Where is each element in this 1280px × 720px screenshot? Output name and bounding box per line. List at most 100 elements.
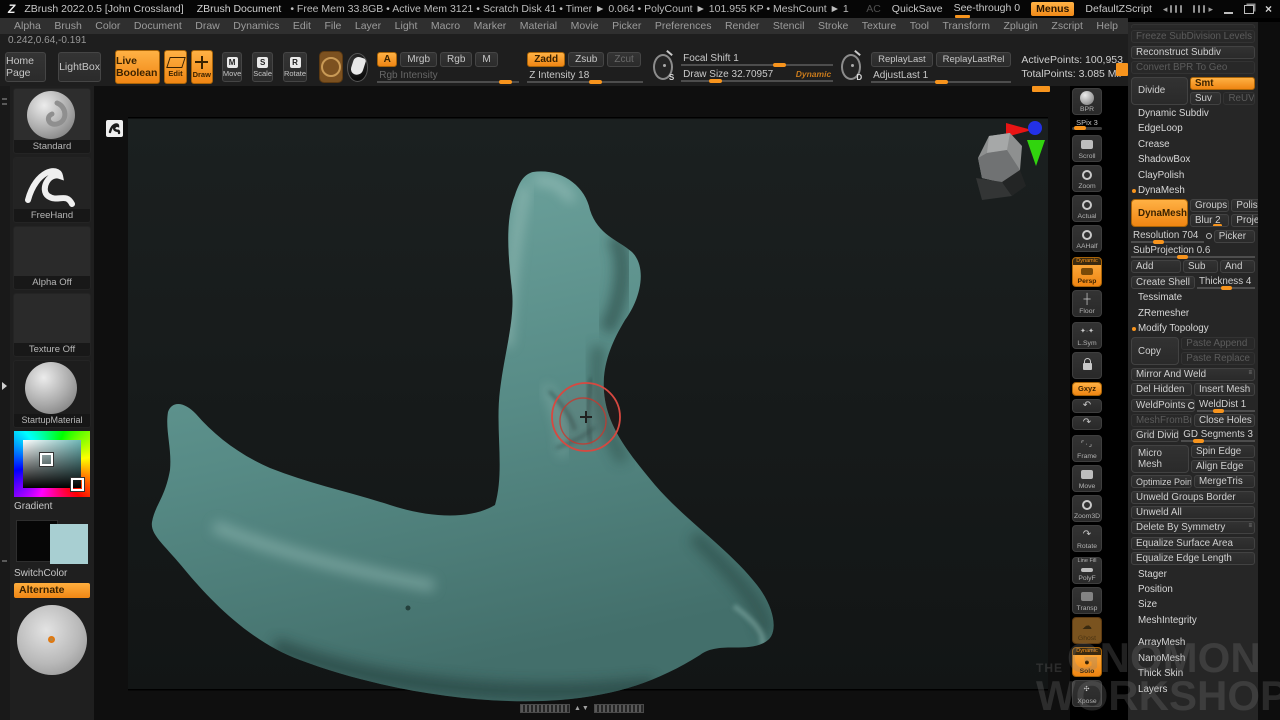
menu-picker[interactable]: Picker xyxy=(612,20,641,32)
menu-alpha[interactable]: Alpha xyxy=(14,20,41,32)
actual-button[interactable]: Actual xyxy=(1072,195,1102,222)
menu-light[interactable]: Light xyxy=(395,20,418,32)
divide-button[interactable]: Divide xyxy=(1131,77,1188,105)
scroll-button[interactable]: Scroll xyxy=(1072,135,1102,162)
draw-button[interactable]: Draw xyxy=(191,50,213,84)
move-button[interactable]: M Move xyxy=(222,52,242,82)
menu-macro[interactable]: Macro xyxy=(431,20,460,32)
reconstruct-subdiv-button[interactable]: Reconstruct Subdiv xyxy=(1131,46,1255,59)
quicksave-button[interactable]: QuickSave xyxy=(892,3,943,15)
section-shadowbox[interactable]: ShadowBox xyxy=(1131,153,1255,166)
section-zremesher[interactable]: ZRemesher xyxy=(1131,307,1255,320)
resolution-slider[interactable]: Resolution 704 xyxy=(1131,230,1204,243)
menu-movie[interactable]: Movie xyxy=(571,20,599,32)
secondary-color-swatch[interactable] xyxy=(50,524,88,564)
smt-toggle[interactable]: Smt xyxy=(1190,77,1255,90)
zadd-button[interactable]: Zadd xyxy=(527,52,565,67)
convert-bpr-button[interactable]: Convert BPR To Geo xyxy=(1131,61,1255,74)
groups-toggle[interactable]: Groups xyxy=(1190,199,1229,212)
panel-divider-handle[interactable] xyxy=(1116,63,1128,76)
menu-texture[interactable]: Texture xyxy=(862,20,896,32)
brush-thumbnail-standard[interactable]: Standard xyxy=(13,88,91,154)
move-canvas-button[interactable]: Move xyxy=(1072,465,1102,492)
spin-edge-button[interactable]: Spin Edge xyxy=(1191,445,1255,458)
section-dynamic-subdiv[interactable]: Dynamic Subdiv xyxy=(1131,107,1255,120)
and-toggle[interactable]: And xyxy=(1220,260,1255,273)
paste-replace-button[interactable]: Paste Replace xyxy=(1181,352,1255,365)
section-layers[interactable]: Layers xyxy=(1131,683,1255,696)
dynamesh-button[interactable]: DynaMesh xyxy=(1131,199,1188,227)
section-size[interactable]: Size xyxy=(1131,598,1255,611)
menu-draw[interactable]: Draw xyxy=(195,20,220,32)
menu-material[interactable]: Material xyxy=(520,20,557,32)
zoom3d-button[interactable]: Zoom3D xyxy=(1072,495,1102,522)
weld-toggle-icon[interactable] xyxy=(1188,402,1195,409)
section-edgeloop[interactable]: EdgeLoop xyxy=(1131,122,1255,135)
persp-toggle[interactable]: Dynamic Persp xyxy=(1072,257,1102,287)
draw-dynamic-dial-icon[interactable]: D xyxy=(841,54,861,80)
color-a-swatch[interactable]: A xyxy=(377,52,397,67)
draw-size-slider[interactable]: Draw Size 32.70957 Dynamic xyxy=(681,69,833,82)
see-through-slider[interactable]: See-through 0 xyxy=(954,2,1021,16)
section-thick-skin[interactable]: Thick Skin xyxy=(1131,667,1255,680)
spix-slider[interactable]: SPix 3 xyxy=(1072,118,1102,130)
rotate-canvas-button[interactable]: ↷ Rotate xyxy=(1072,525,1102,552)
add-toggle[interactable]: Add xyxy=(1131,260,1181,273)
home-page-button[interactable]: Home Page xyxy=(5,52,46,82)
grid-divide-button[interactable]: Grid Divide xyxy=(1131,429,1179,442)
menu-preferences[interactable]: Preferences xyxy=(655,20,712,32)
default-zscript-button[interactable]: DefaultZScript xyxy=(1085,3,1152,15)
section-mesh-integrity[interactable]: MeshIntegrity xyxy=(1131,614,1255,627)
z-intensity-slider[interactable]: Z Intensity 18 xyxy=(527,70,643,83)
aahalf-button[interactable]: AAHalf xyxy=(1072,225,1102,252)
subprojection-slider[interactable]: SubProjection 0.6 xyxy=(1131,245,1255,258)
section-position[interactable]: Position xyxy=(1131,583,1255,596)
left-tray-strip[interactable] xyxy=(0,86,10,720)
picker-button[interactable]: Picker xyxy=(1214,230,1255,243)
stroke-thumbnail-freehand[interactable]: FreeHand xyxy=(13,157,91,223)
menu-render[interactable]: Render xyxy=(725,20,759,32)
scrollbar-right-bar[interactable] xyxy=(594,704,644,713)
canvas-divider-handle[interactable] xyxy=(1032,86,1050,92)
divider-right-icon[interactable]: ▸ xyxy=(1193,4,1213,15)
xpose-button[interactable]: ✣ Xpose xyxy=(1072,680,1102,707)
scale-button[interactable]: S Scale xyxy=(252,52,273,82)
rgb-intensity-slider[interactable]: Rgb Intensity xyxy=(377,70,519,83)
local-symmetry-toggle[interactable]: ✦·✦ L.Sym xyxy=(1072,322,1102,349)
section-claypolish[interactable]: ClayPolish xyxy=(1131,169,1255,182)
tray-expand-arrow-icon[interactable] xyxy=(2,382,7,390)
camera-lock-button[interactable] xyxy=(1072,352,1102,379)
menu-help[interactable]: Help xyxy=(1096,20,1118,32)
texture-off-thumbnail[interactable]: Texture Off xyxy=(13,293,91,357)
stroke-size-dial-icon[interactable]: S xyxy=(653,54,673,80)
menu-layer[interactable]: Layer xyxy=(355,20,381,32)
material-thumbnail-startup[interactable]: StartupMaterial xyxy=(13,360,91,428)
bpr-button[interactable]: BPR xyxy=(1072,88,1102,115)
stroke-type-indicator-icon[interactable] xyxy=(106,120,123,137)
switch-color-swatches[interactable] xyxy=(14,516,90,564)
scrollbar-left-bar[interactable] xyxy=(520,704,570,713)
close-holes-button[interactable]: Close Holes xyxy=(1194,414,1255,427)
menu-file[interactable]: File xyxy=(324,20,341,32)
section-stager[interactable]: Stager xyxy=(1131,568,1255,581)
menu-tool[interactable]: Tool xyxy=(910,20,929,32)
create-shell-button[interactable]: Create Shell xyxy=(1131,276,1195,289)
edit-button[interactable]: Edit xyxy=(164,50,186,84)
equalize-surface-area-button[interactable]: Equalize Surface Area xyxy=(1131,537,1255,550)
section-nano-mesh[interactable]: NanoMesh xyxy=(1131,652,1255,665)
equalize-edge-length-button[interactable]: Equalize Edge Length xyxy=(1131,552,1255,565)
section-dynamesh[interactable]: DynaMesh xyxy=(1131,184,1255,197)
section-array-mesh[interactable]: ArrayMesh xyxy=(1131,636,1255,649)
undo-camera-button[interactable]: ↶ xyxy=(1072,399,1102,413)
micro-mesh-button[interactable]: Micro Mesh xyxy=(1131,445,1189,473)
frame-button[interactable]: ⌜·⌟ Frame xyxy=(1072,435,1102,462)
menu-document[interactable]: Document xyxy=(134,20,182,32)
dot-toggle-icon[interactable] xyxy=(1206,233,1212,239)
ghost-toggle[interactable]: ☁ Ghost xyxy=(1072,617,1102,644)
scrollbar-arrows-icon[interactable]: ▲▼ xyxy=(574,705,590,712)
canvas-scrollbar[interactable]: ▲▼ xyxy=(520,704,644,713)
paste-append-button[interactable]: Paste Append xyxy=(1181,337,1255,350)
rotate-button[interactable]: R Rotate xyxy=(283,52,307,82)
thickness-slider[interactable]: Thickness 4 xyxy=(1197,276,1255,289)
menu-brush[interactable]: Brush xyxy=(54,20,81,32)
